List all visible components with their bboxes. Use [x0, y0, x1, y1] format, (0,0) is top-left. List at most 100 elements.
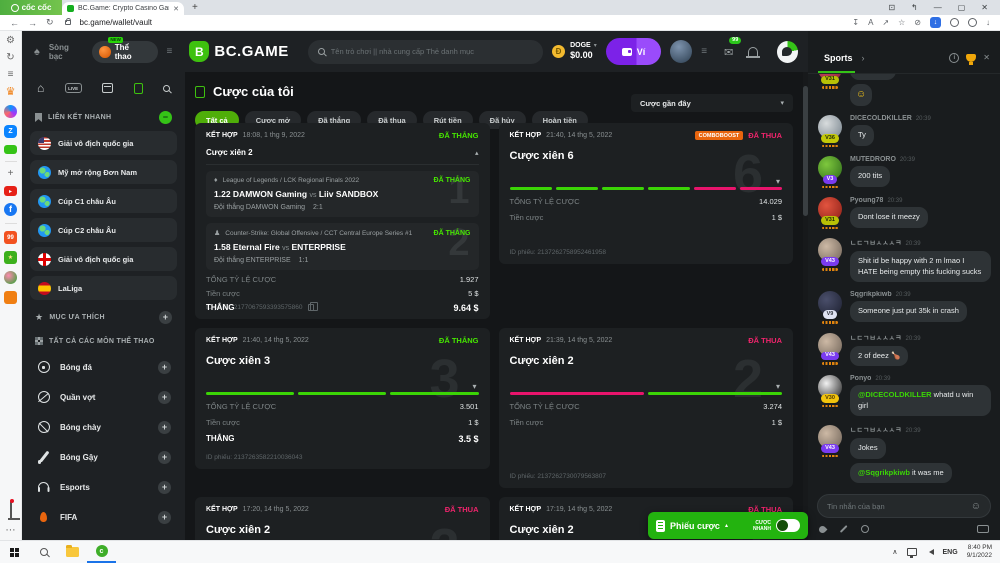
tip-icon[interactable]: [861, 525, 869, 533]
sport-item[interactable]: Quần vợt +: [30, 382, 177, 412]
mention[interactable]: @Sqgrikpkiwb: [858, 468, 910, 477]
expand-sport-button[interactable]: +: [158, 361, 171, 374]
quick-link-item[interactable]: Mỹ mở rộng Đơn Nam: [30, 160, 177, 184]
expand-sport-button[interactable]: +: [158, 511, 171, 524]
sport-item[interactable]: Bóng chày +: [30, 412, 177, 442]
parlay-title-row[interactable]: Cược xiên 2 ▴: [206, 148, 479, 165]
bet-card[interactable]: KẾT HỢP 21:39, 14 thg 5, 2022 ĐÃ THUA 2 …: [499, 328, 794, 488]
url-text[interactable]: bc.game/wallet/vault: [80, 18, 152, 27]
browser-tab[interactable]: BC.Game: Crypto Casino Gan ✕: [62, 2, 184, 15]
username[interactable]: Sqgrikpkiwb: [850, 291, 892, 298]
username[interactable]: Pyoung78: [850, 197, 883, 204]
chat-toggle-button[interactable]: [777, 41, 798, 63]
quick-link-item[interactable]: Cúp C2 châu Âu: [30, 218, 177, 242]
nav-menu-icon[interactable]: ≡: [167, 46, 173, 57]
username[interactable]: DICECOLDKILLER: [850, 115, 912, 122]
rewards-icon[interactable]: ♛: [6, 87, 16, 98]
quick-link-item[interactable]: LaLiga: [30, 276, 177, 300]
bet-card[interactable]: KẾT HỢP 17:20, 14 thg 5, 2022 ĐÃ THUA 2 …: [195, 497, 490, 540]
messenger-icon[interactable]: [4, 105, 17, 118]
home-icon[interactable]: ⌂: [37, 82, 44, 94]
username[interactable]: MUTEDRORO: [850, 156, 896, 163]
expand-sport-button[interactable]: +: [158, 421, 171, 434]
bookmark-star-icon[interactable]: ☆: [898, 18, 905, 27]
restore-tab-icon[interactable]: ↰: [911, 3, 918, 12]
reading-list-icon[interactable]: ≡: [8, 70, 14, 80]
balance-selector[interactable]: Ð DOGE▾ $0.00: [552, 42, 597, 60]
settings-icon[interactable]: ⚙: [6, 36, 15, 46]
chat-input-wrap[interactable]: ☺: [817, 494, 991, 518]
language-indicator[interactable]: ENG: [943, 549, 958, 556]
expand-caret-icon[interactable]: ▾: [472, 382, 476, 391]
translate-icon[interactable]: A: [868, 18, 873, 27]
inbox-button[interactable]: ✉ 99: [724, 43, 733, 61]
bet-slip-button[interactable]: Phiếu cược ▴ CƯỢCNHANH: [648, 512, 808, 539]
rain-icon[interactable]: [818, 524, 828, 534]
username[interactable]: ㄴㄷㄱㅂㅅㅅㅅㅋ: [850, 425, 902, 435]
close-chat-icon[interactable]: ✕: [983, 53, 990, 62]
mention[interactable]: @DICECOLDKILLER: [858, 390, 932, 399]
sport-item[interactable]: Bóng rổ +: [30, 532, 177, 540]
save-page-icon[interactable]: ↧: [852, 18, 859, 27]
bet-card-expanded[interactable]: KẾT HỢP 18:08, 1 thg 9, 2022 ĐÃ THẮNG Cư…: [195, 123, 490, 319]
forward-button[interactable]: →: [28, 18, 37, 28]
sidebar-search-icon[interactable]: [163, 85, 170, 92]
gif-keyboard-icon[interactable]: [977, 525, 989, 533]
shopee-icon[interactable]: 99: [4, 231, 17, 244]
collapse-caret-icon[interactable]: ▴: [475, 149, 479, 157]
window-maximize-button[interactable]: ▢: [958, 3, 966, 12]
bcgame-logo[interactable]: B BC.GAME: [189, 41, 288, 62]
account-menu-icon[interactable]: ≡: [701, 46, 707, 57]
cart-icon[interactable]: [4, 291, 17, 304]
rules-icon[interactable]: [840, 525, 847, 532]
wallet-button[interactable]: Ví: [606, 38, 662, 65]
more-icon[interactable]: ⋯: [6, 526, 16, 536]
collapse-quick-links-button[interactable]: −: [159, 111, 172, 124]
promo-icon[interactable]: ★: [4, 251, 17, 264]
window-close-button[interactable]: ✕: [981, 3, 988, 12]
quick-link-item[interactable]: Giải vô địch quốc gia: [30, 247, 177, 271]
expand-sport-button[interactable]: +: [158, 391, 171, 404]
file-explorer-button[interactable]: [58, 541, 87, 563]
live-icon[interactable]: LIVE: [65, 83, 82, 93]
sport-item[interactable]: FIFA +: [30, 502, 177, 532]
share-icon[interactable]: ↗: [882, 18, 889, 27]
add-shortcut-icon[interactable]: +: [8, 169, 14, 179]
adblock-icon[interactable]: ⊘: [914, 18, 921, 27]
cast-icon[interactable]: ⊡: [888, 3, 895, 12]
clock[interactable]: 8:40 PM 9/1/2022: [967, 544, 992, 561]
sort-dropdown[interactable]: Cược gần đây ▾: [631, 94, 793, 112]
casino-tab[interactable]: Sòng bạc: [49, 43, 83, 61]
bell-icon[interactable]: [748, 47, 758, 56]
game-search[interactable]: [308, 40, 543, 64]
username[interactable]: Ponyo: [850, 375, 871, 382]
chat-rules-icon[interactable]: i: [949, 53, 959, 63]
chevron-right-icon[interactable]: ›: [862, 53, 865, 63]
expand-caret-icon[interactable]: ▾: [776, 177, 780, 186]
tab-close-icon[interactable]: ✕: [173, 5, 179, 13]
history-icon[interactable]: ↻: [6, 53, 14, 63]
expand-sport-button[interactable]: +: [158, 451, 171, 464]
expand-caret-icon[interactable]: ▾: [776, 382, 780, 391]
bet-card[interactable]: KẾT HỢP 21:40, 14 thg 5, 2022 COMBOBOOST…: [499, 123, 794, 264]
new-tab-button[interactable]: +: [192, 2, 198, 13]
expand-sport-button[interactable]: +: [158, 481, 171, 494]
taskbar-search-button[interactable]: [29, 541, 58, 563]
chat-input[interactable]: [827, 502, 966, 511]
my-bets-icon[interactable]: [134, 83, 143, 94]
emoji-icon[interactable]: ☺: [971, 501, 981, 512]
username[interactable]: ㄴㄷㄱㅂㅅㅅㅅㅋ: [850, 333, 902, 343]
chat-room-tab[interactable]: Sports: [818, 42, 855, 73]
youtube-icon[interactable]: ▸: [4, 186, 17, 196]
downloads-icon[interactable]: ↓: [986, 18, 990, 27]
sport-item[interactable]: Bóng đá +: [30, 352, 177, 382]
window-minimize-button[interactable]: —: [934, 3, 942, 12]
calendar-icon[interactable]: [102, 83, 113, 93]
zalo-icon[interactable]: Z: [4, 125, 17, 138]
volume-icon[interactable]: [926, 549, 934, 555]
facebook-icon[interactable]: f: [4, 203, 17, 216]
search-input[interactable]: [331, 47, 533, 56]
sport-item[interactable]: Esports +: [30, 472, 177, 502]
quick-link-item[interactable]: Giải vô địch quốc gia: [30, 131, 177, 155]
back-button[interactable]: ←: [10, 18, 19, 28]
